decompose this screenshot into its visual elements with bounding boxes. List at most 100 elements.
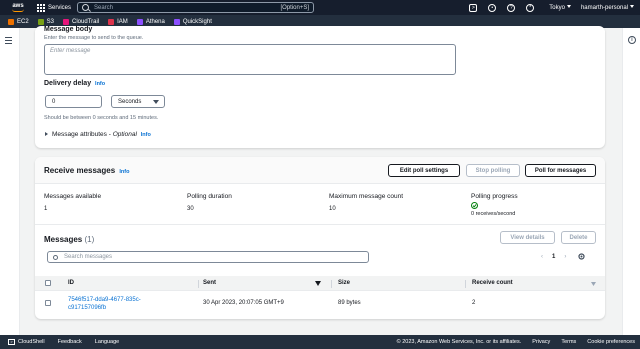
search-messages-placeholder: Search messages (64, 254, 113, 260)
row-checkbox[interactable] (45, 300, 51, 306)
region-selector[interactable]: Tokyo (549, 5, 571, 11)
language-link[interactable]: Language (95, 339, 119, 345)
delivery-delay-value: 0 (52, 98, 56, 105)
delivery-delay-unit-value: Seconds (118, 98, 142, 105)
polling-progress-value: 0 receives/second (471, 211, 516, 217)
stop-polling-button[interactable]: Stop polling (466, 164, 520, 177)
favorite-quicksight[interactable]: QuickSight (173, 18, 212, 25)
message-id-link[interactable]: 7546f517-dda9-4677-835c-c917157096fb (68, 296, 141, 312)
view-details-button[interactable]: View details (500, 231, 555, 244)
ec2-service-icon (8, 18, 14, 25)
quicksight-service-icon (173, 18, 180, 25)
column-header-receive-count[interactable]: Receive count (472, 280, 513, 286)
messages-title: Messages (1) (44, 235, 94, 244)
select-all-checkbox[interactable] (45, 280, 51, 286)
bell-icon[interactable]: • (488, 3, 497, 12)
message-attributes-info-link[interactable]: Info (141, 132, 151, 138)
receive-messages-panel: Receive messages Info Edit poll settings… (35, 157, 605, 319)
aws-logo-text: aws (12, 2, 24, 9)
account-menu[interactable]: hamarth-personal (581, 5, 634, 11)
aws-logo[interactable]: aws (7, 2, 29, 12)
terms-link[interactable]: Terms (561, 339, 576, 345)
send-message-panel: Message body Enter the message to send t… (35, 26, 605, 148)
column-header-size[interactable]: Size (338, 280, 350, 286)
column-header-id[interactable]: ID (68, 280, 74, 286)
max-message-count-label: Maximum message count (329, 193, 404, 200)
search-placeholder: Search (94, 4, 114, 11)
message-body-label: Message body (44, 26, 93, 33)
delivery-delay-info-link[interactable]: Info (95, 81, 105, 87)
gear-icon[interactable]: * (526, 3, 535, 12)
delivery-delay-label: Delivery delay Info (44, 80, 105, 87)
athena-service-icon (136, 18, 143, 25)
cloudshell-icon[interactable]: > (469, 3, 478, 12)
caret-down-icon (153, 100, 159, 104)
info-icon[interactable]: i (628, 36, 636, 44)
search-shortcut: [Option+S] (280, 4, 309, 11)
edit-poll-settings-button[interactable]: Edit poll settings (388, 164, 460, 177)
delivery-delay-unit-select[interactable]: Seconds (111, 95, 165, 108)
hamburger-menu-icon[interactable] (5, 37, 12, 46)
previous-page-icon[interactable]: ‹ (541, 254, 543, 260)
column-header-sent[interactable]: Sent (203, 280, 216, 286)
optional-label: Optional (112, 131, 137, 138)
receive-messages-info-link[interactable]: Info (119, 169, 129, 175)
message-id-part2: c917157096fb (68, 305, 107, 311)
favorite-s3[interactable]: S3 (37, 18, 55, 25)
cloudshell-link[interactable]: CloudShell (18, 339, 45, 345)
favorite-label: S3 (46, 18, 55, 25)
gear-icon[interactable] (578, 253, 585, 260)
help-icon[interactable]: ? (507, 3, 516, 12)
favorite-label: QuickSight (182, 18, 212, 25)
divider (35, 224, 605, 225)
terminal-icon: > (8, 339, 15, 345)
favorite-label: Athena (145, 18, 165, 25)
delivery-delay-hint: Should be between 0 seconds and 15 minut… (44, 115, 159, 121)
cookie-preferences-link[interactable]: Cookie preferences (587, 339, 635, 345)
message-attributes-expander[interactable]: Message attributes - Optional Info (45, 131, 151, 138)
favorite-label: EC2 (17, 18, 29, 25)
feedback-link[interactable]: Feedback (58, 339, 82, 345)
favorite-athena[interactable]: Athena (136, 18, 165, 25)
messages-available-label: Messages available (44, 193, 102, 200)
grid-icon (37, 3, 45, 12)
cloudtrail-service-icon (63, 18, 70, 25)
poll-for-messages-button[interactable]: Poll for messages (525, 164, 596, 177)
table-header: ID Sent Size Receive count (35, 276, 605, 291)
search-messages-input[interactable]: Search messages (47, 251, 369, 263)
messages-count: (1) (84, 235, 95, 244)
message-attributes-label: Message attributes (52, 131, 107, 138)
polling-duration-value: 30 (187, 206, 194, 212)
search-icon (82, 4, 89, 11)
region-label: Tokyo (549, 4, 565, 11)
favorite-ec2[interactable]: EC2 (8, 18, 29, 25)
search-icon (53, 255, 58, 260)
sort-icon[interactable] (591, 282, 596, 286)
delivery-delay-input[interactable]: 0 (45, 95, 102, 108)
privacy-link[interactable]: Privacy (532, 339, 550, 345)
delivery-delay-text: Delivery delay (44, 80, 92, 87)
polling-duration-label: Polling duration (187, 193, 232, 200)
check-circle-icon (471, 202, 478, 209)
console-footer: > CloudShell Feedback Language © 2023, A… (0, 335, 640, 349)
next-page-icon[interactable]: › (564, 254, 566, 260)
iam-service-icon (108, 18, 115, 25)
message-body-placeholder: Enter message (50, 48, 91, 54)
favorite-iam[interactable]: IAM (108, 18, 128, 25)
services-menu-button[interactable]: Services (37, 3, 72, 12)
global-search-input[interactable]: Search [Option+S] (77, 2, 314, 13)
copyright-text: © 2023, Amazon Web Services, Inc. or its… (396, 339, 522, 345)
chevron-down-icon (566, 5, 571, 9)
page-number[interactable]: 1 (552, 254, 555, 260)
messages-available-value: 1 (44, 206, 48, 212)
s3-service-icon (37, 18, 44, 25)
delete-button[interactable]: Delete (561, 231, 596, 244)
message-body-textarea[interactable]: Enter message (44, 44, 456, 75)
side-navigation-toggle-area (0, 28, 20, 335)
sort-descending-icon[interactable] (315, 281, 321, 286)
message-body-hint: Enter the message to send to the queue. (44, 35, 144, 41)
favorite-label: CloudTrail (72, 18, 100, 25)
services-label: Services (48, 4, 72, 11)
favorite-cloudtrail[interactable]: CloudTrail (63, 18, 100, 25)
polling-progress-label: Polling progress (471, 193, 518, 200)
